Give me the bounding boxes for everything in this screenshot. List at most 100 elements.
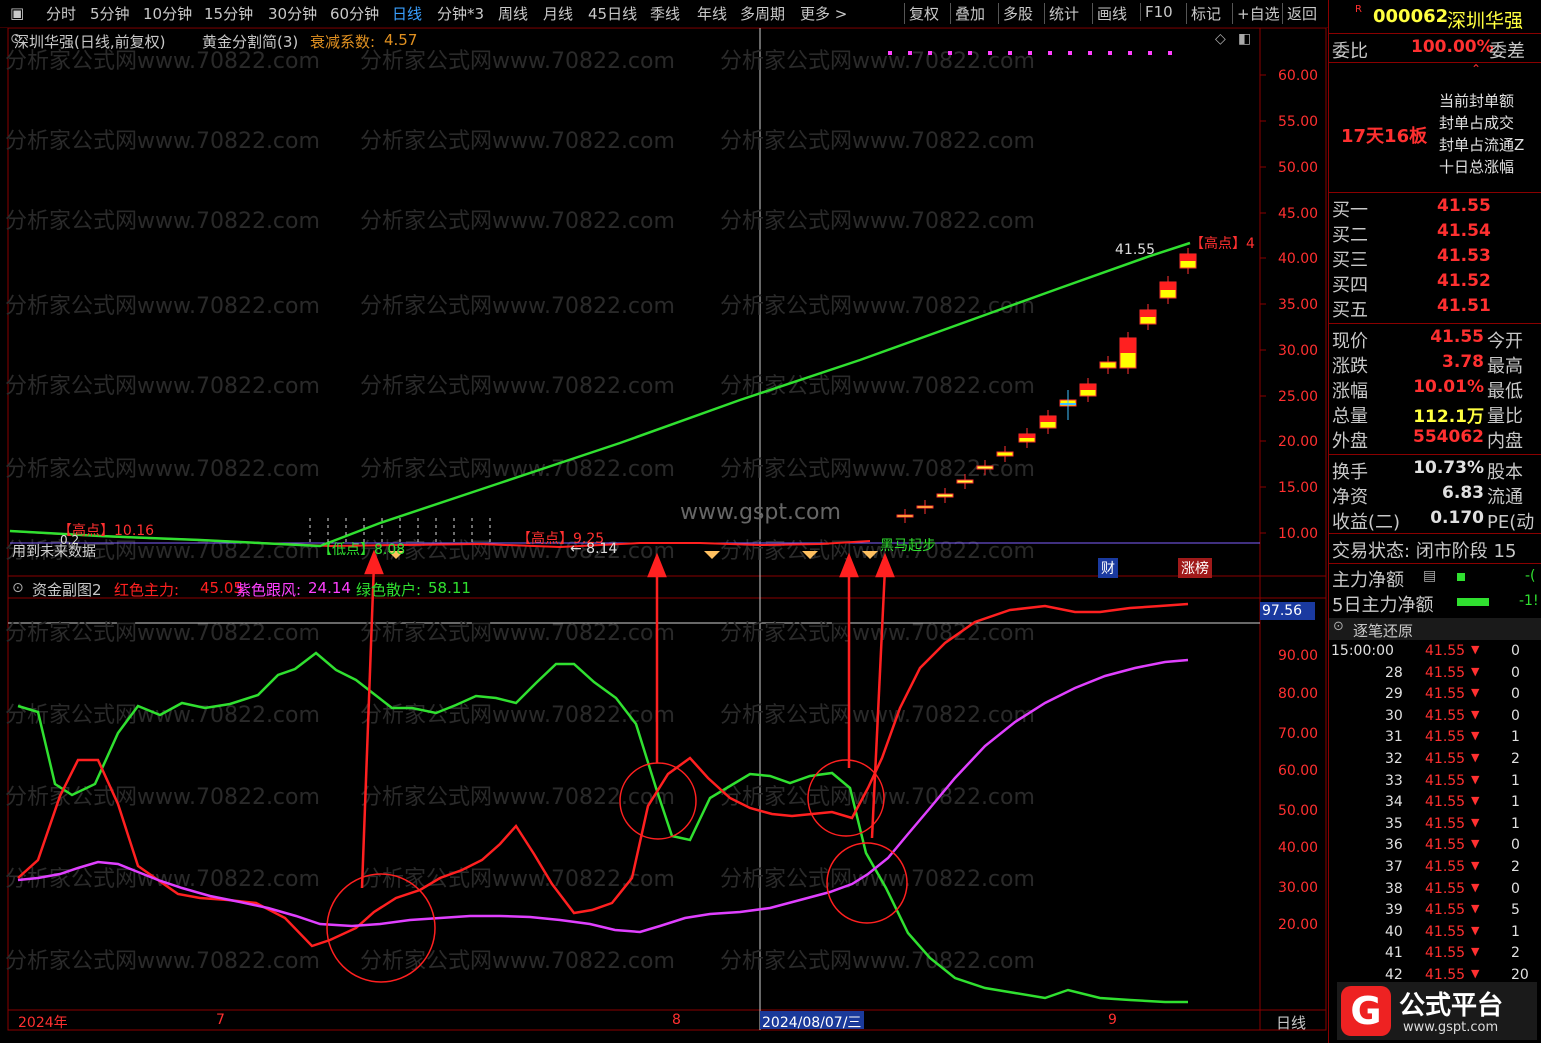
main-y-tick: 20.00 bbox=[1278, 434, 1318, 450]
green-value: 58.11 bbox=[428, 579, 471, 597]
diamond-icon[interactable]: ◇ bbox=[1215, 31, 1226, 47]
collapse-up-icon[interactable]: ⌃ bbox=[1471, 62, 1481, 76]
tick-arrow-icon: ▼ bbox=[1471, 923, 1480, 937]
tick-volume: 0 bbox=[1511, 837, 1520, 854]
future-data-label: 用到未来数据 bbox=[12, 544, 96, 560]
tick-row: 33 41.55 ▼ 1 bbox=[1329, 773, 1541, 794]
toolbar-item-14[interactable]: 更多 > bbox=[800, 3, 847, 24]
chart-area[interactable]: 分析家公式网www.70822.com 分析家公式网www.70822.com 分析… bbox=[0, 28, 1327, 1043]
watermark-text: 分析家公式网www.70822.com bbox=[360, 949, 675, 974]
seal-item-3: 十日总涨幅 bbox=[1439, 158, 1515, 176]
x-label-jul: 7 bbox=[216, 1012, 225, 1028]
toolbar-item-4[interactable]: 30分钟 bbox=[268, 3, 317, 24]
tick-volume: 1 bbox=[1511, 729, 1520, 746]
main-net-5d-row[interactable]: 5日主力净额 -1! bbox=[1329, 591, 1541, 616]
seal-item-0: 当前封单额 bbox=[1439, 92, 1515, 110]
toolbar-grid-icon[interactable]: ▣ bbox=[10, 4, 24, 22]
watermark-text: 分析家公式网www.70822.com bbox=[5, 621, 320, 646]
main-net-row[interactable]: 主力净额 ▤ -( bbox=[1329, 566, 1541, 591]
sub-collapse-icon[interactable]: ⊙ bbox=[12, 580, 24, 596]
toolbar-right-0[interactable]: 复权 bbox=[904, 3, 939, 24]
bid-row-0[interactable]: 买一 41.55 bbox=[1329, 196, 1541, 221]
tick-price: 41.55 bbox=[1425, 643, 1466, 659]
watermark-text: 分析家公式网www.70822.com bbox=[720, 129, 1035, 154]
watermark-text: 分析家公式网www.70822.com bbox=[360, 129, 675, 154]
period-toolbar: ▣ 分时 5分钟 10分钟 15分钟 30分钟 60分钟 日线 分钟*3 周线 月线 45日线 季线年… bbox=[0, 0, 1541, 28]
toolbar-item-8[interactable]: 周线 bbox=[498, 3, 528, 24]
tick-price: 41.55 bbox=[1425, 729, 1466, 746]
watermark-text: 分析家公式网www.70822.com bbox=[720, 209, 1035, 234]
tick-volume: 0 bbox=[1511, 643, 1520, 659]
tick-row: 36 41.55 ▼ 0 bbox=[1329, 837, 1541, 858]
toolbar-item-11[interactable]: 季线 bbox=[650, 3, 680, 24]
tick-volume: 0 bbox=[1511, 880, 1520, 897]
toolbar-item-3[interactable]: 15分钟 bbox=[204, 3, 253, 24]
chart-canvas[interactable]: 分析家公式网www.70822.com 分析家公式网www.70822.com 分析… bbox=[0, 28, 1327, 1043]
tick-time: 41 bbox=[1385, 945, 1403, 962]
toolbar-item-10[interactable]: 45日线 bbox=[588, 3, 637, 24]
toolbar-right-3[interactable]: 统计 bbox=[1044, 3, 1079, 24]
ticks-header[interactable]: ⊙ 逐笔还原 bbox=[1329, 618, 1541, 640]
toolbar-item-9[interactable]: 月线 bbox=[543, 3, 573, 24]
bid-label: 买四 bbox=[1332, 275, 1368, 296]
main-y-tick: 10.00 bbox=[1278, 526, 1318, 542]
x-label-sep: 9 bbox=[1108, 1012, 1117, 1028]
toolbar-right-7[interactable]: +自选 bbox=[1232, 3, 1280, 24]
toolbar-item-2[interactable]: 10分钟 bbox=[143, 3, 192, 24]
list-icon[interactable]: ▤ bbox=[1423, 568, 1436, 584]
toolbar-item-1[interactable]: 5分钟 bbox=[90, 3, 130, 24]
bid-row-2[interactable]: 买三 41.53 bbox=[1329, 246, 1541, 271]
toolbar-item-6[interactable]: 日线 bbox=[392, 3, 422, 24]
bid-price: 41.53 bbox=[1437, 246, 1491, 266]
period-label[interactable]: 日线 bbox=[1276, 1012, 1306, 1033]
main-net-value: -( bbox=[1525, 568, 1536, 584]
toolbar-right-5[interactable]: F10 bbox=[1140, 3, 1173, 21]
finance-badge[interactable]: 财 bbox=[1098, 558, 1118, 578]
watermark-text: 分析家公式网www.70822.com bbox=[360, 785, 675, 810]
stat-row-1: 涨跌 3.78 最高 bbox=[1329, 352, 1541, 377]
arrow-value: ← 8.14 bbox=[570, 541, 618, 557]
tick-time: 39 bbox=[1385, 902, 1403, 919]
watermark-text: 分析家公式网www.70822.com bbox=[720, 785, 1035, 810]
stock-name: 深圳华强 bbox=[1447, 10, 1524, 32]
limit-badge[interactable]: 涨榜 bbox=[1178, 558, 1212, 578]
toolbar-right-2[interactable]: 多股 bbox=[998, 3, 1033, 24]
tick-price: 41.55 bbox=[1425, 794, 1466, 811]
bid-label: 买五 bbox=[1332, 300, 1368, 321]
weibi-row: 委比 100.00% 委差 bbox=[1329, 37, 1541, 62]
tick-row: 32 41.55 ▼ 2 bbox=[1329, 751, 1541, 772]
bid-row-4[interactable]: 买五 41.51 bbox=[1329, 296, 1541, 321]
tick-time: 15:00:00 bbox=[1331, 643, 1394, 659]
tick-price: 41.55 bbox=[1425, 837, 1466, 854]
diamond-marker bbox=[704, 551, 720, 559]
toolbar-item-13[interactable]: 多周期 bbox=[740, 3, 785, 24]
tick-volume: 2 bbox=[1511, 751, 1520, 767]
watermark-text: 分析家公式网www.70822.com bbox=[5, 703, 320, 728]
toolbar-item-5[interactable]: 60分钟 bbox=[330, 3, 379, 24]
bid-row-1[interactable]: 买二 41.54 bbox=[1329, 221, 1541, 246]
logo-url: www.gspt.com bbox=[1403, 1020, 1499, 1035]
toolbar-right-8[interactable]: 返回 bbox=[1282, 3, 1317, 24]
toolbar-right-6[interactable]: 标记 bbox=[1186, 3, 1221, 24]
toolbar-item-12[interactable]: 年线 bbox=[697, 3, 727, 24]
bid-row-3[interactable]: 买四 41.52 bbox=[1329, 271, 1541, 296]
toolbar-item-0[interactable]: 分时 bbox=[46, 3, 76, 24]
toolbar-item-7[interactable]: 分钟*3 bbox=[437, 3, 484, 24]
tick-price: 41.55 bbox=[1425, 686, 1466, 703]
tick-arrow-icon: ▼ bbox=[1471, 945, 1480, 959]
tick-price: 41.55 bbox=[1425, 707, 1466, 724]
stat-right-label: 内盘 bbox=[1487, 431, 1523, 452]
main-y-tick: 35.00 bbox=[1278, 297, 1318, 313]
toolbar-right-4[interactable]: 画线 bbox=[1092, 3, 1127, 24]
sub-y-tick: 20.00 bbox=[1278, 917, 1318, 933]
main-y-tick: 25.00 bbox=[1278, 389, 1318, 405]
tick-time: 42 bbox=[1385, 967, 1403, 983]
indicator-name[interactable]: 黄金分割简(3) bbox=[202, 31, 298, 52]
ticks-toggle-icon[interactable]: ⊙ bbox=[1333, 619, 1344, 634]
tick-time: 35 bbox=[1385, 815, 1403, 832]
bid-label: 买三 bbox=[1332, 250, 1368, 271]
panel-toggle-icon[interactable]: ◧ bbox=[1238, 31, 1251, 47]
toolbar-right-1[interactable]: 叠加 bbox=[950, 3, 985, 24]
tick-volume: 1 bbox=[1511, 794, 1520, 811]
x-label-year: 2024年 bbox=[18, 1015, 68, 1031]
